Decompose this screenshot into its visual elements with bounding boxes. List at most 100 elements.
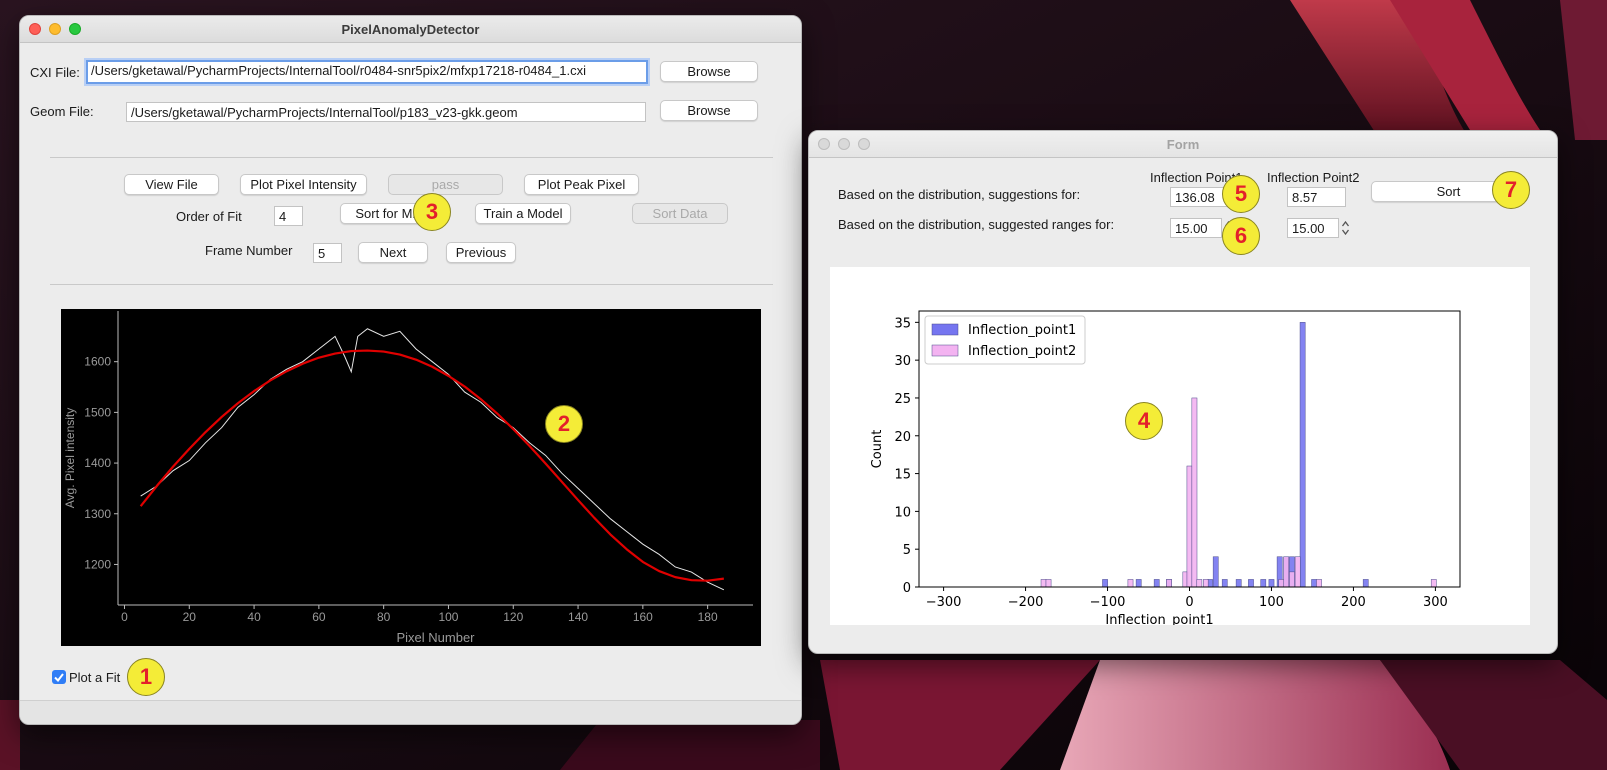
x-tick-label: −200 [1008, 595, 1044, 610]
histogram-bar-1 [1153, 579, 1160, 588]
browse-cxi-button[interactable]: Browse [660, 61, 758, 82]
next-button[interactable]: Next [358, 242, 428, 263]
annotation-marker-2: 2 [545, 405, 583, 443]
checkmark-icon [54, 673, 64, 683]
previous-button[interactable]: Previous [446, 242, 516, 263]
y-tick-label: 0 [903, 581, 911, 596]
histogram-bar-1 [1299, 322, 1306, 588]
train-model-button[interactable]: Train a Model [475, 203, 571, 224]
histogram-bar-2 [1166, 579, 1172, 588]
y-tick-label: 35 [894, 316, 911, 331]
plot-fit-label[interactable]: Plot a Fit [69, 670, 120, 685]
histogram-bar-2 [1289, 571, 1295, 588]
histogram-bar-2 [1196, 579, 1203, 588]
x-tick-label: 180 [698, 610, 718, 624]
legend-label-2: Inflection_point2 [968, 344, 1076, 359]
histogram-bar-1 [1235, 579, 1242, 588]
y-tick-label: 30 [894, 354, 911, 369]
legend-swatch-1 [931, 323, 959, 336]
histogram-bar-1 [1102, 579, 1108, 588]
x-tick-label: 60 [312, 610, 326, 624]
histogram-bar-1 [1212, 556, 1219, 588]
y-tick-label: 1500 [84, 405, 111, 419]
y-tick-label: 1200 [84, 557, 111, 571]
y-tick-label: 1600 [84, 355, 111, 369]
histogram-bar-1 [1311, 579, 1317, 588]
x-tick-label: 80 [377, 610, 391, 624]
y-tick-label: 5 [903, 543, 911, 558]
x-tick-label: 200 [1341, 595, 1366, 610]
histogram-bar-2 [1127, 579, 1134, 588]
range1-spinbox[interactable]: 15.00 [1170, 218, 1222, 238]
plot-pixel-intensity-button[interactable]: Plot Pixel Intensity [240, 174, 367, 195]
histogram-bar-1 [1248, 579, 1254, 588]
histogram-bar-2 [1283, 556, 1290, 588]
x-tick-label: 100 [438, 610, 458, 624]
ranges-label: Based on the distribution, suggested ran… [838, 217, 1115, 232]
main-titlebar[interactable]: PixelAnomalyDetector [20, 16, 801, 43]
histogram-bar-1 [1268, 579, 1275, 588]
legend-swatch-2 [931, 344, 959, 357]
x-axis-label: Pixel Number [396, 630, 475, 645]
histogram-bar-1 [1362, 579, 1369, 588]
x-tick-label: 140 [568, 610, 588, 624]
order-of-fit-input[interactable]: 4 [274, 206, 303, 226]
annotation-marker-7: 7 [1492, 171, 1530, 209]
annotation-marker-1: 1 [127, 658, 165, 696]
frame-number-label: Frame Number [205, 243, 293, 258]
form-titlebar[interactable]: Form [809, 131, 1557, 158]
y-tick-label: 1400 [84, 456, 111, 470]
x-tick-label: 100 [1259, 595, 1284, 610]
y-tick-label: 20 [894, 430, 911, 445]
annotation-marker-6: 6 [1222, 217, 1260, 255]
plot-fit-checkbox[interactable] [52, 670, 66, 684]
y-tick-label: 25 [894, 392, 911, 407]
view-file-button[interactable]: View File [124, 174, 219, 195]
sort-data-button[interactable]: Sort Data [632, 203, 728, 224]
suggestions-label: Based on the distribution, suggestions f… [838, 187, 1081, 202]
annotation-marker-3: 3 [413, 193, 451, 231]
x-tick-label: 160 [633, 610, 653, 624]
histogram-bar-2 [1294, 556, 1301, 588]
y-axis-label: Count [870, 430, 885, 469]
histogram-bar-1 [1221, 579, 1228, 588]
inflection-point2-input[interactable]: 8.57 [1287, 187, 1346, 207]
y-tick-label: 15 [894, 468, 911, 483]
x-axis-label: Inflection_point1 [1105, 613, 1213, 625]
x-tick-label: 300 [1423, 595, 1448, 610]
form-title: Form [1166, 137, 1200, 152]
histogram-bar-2 [1278, 579, 1285, 588]
x-tick-label: 20 [183, 610, 197, 624]
y-axis-label: Avg. Pixel intensity [63, 408, 77, 509]
inflection-point1-input[interactable]: 136.08 [1170, 187, 1229, 207]
annotation-marker-4: 4 [1125, 402, 1163, 440]
histogram-bar-2 [1203, 579, 1209, 588]
divider-top [50, 157, 773, 158]
pass-button[interactable]: pass [388, 174, 503, 195]
geom-file-label: Geom File: [30, 104, 94, 119]
browse-geom-button[interactable]: Browse [660, 100, 758, 121]
range2-spin-arrows-icon[interactable] [1340, 219, 1351, 237]
histogram-bar-1 [1260, 579, 1267, 588]
geom-file-input[interactable]: /Users/gketawal/PycharmProjects/Internal… [126, 102, 646, 122]
plot-peak-pixel-button[interactable]: Plot Peak Pixel [524, 174, 639, 195]
histogram-bar-2 [1186, 465, 1193, 588]
x-tick-label: −300 [926, 595, 962, 610]
cxi-file-input[interactable]: /Users/gketawal/PycharmProjects/Internal… [86, 60, 648, 84]
y-tick-label: 10 [894, 505, 911, 520]
histogram-bar-2 [1430, 579, 1437, 588]
order-of-fit-label: Order of Fit [176, 209, 242, 224]
inflection-point2-header: Inflection Point2 [1267, 170, 1360, 185]
histogram-legend: Inflection_point1 Inflection_point2 [924, 315, 1086, 365]
histogram-bar-1 [1135, 579, 1142, 588]
x-tick-label: −100 [1090, 595, 1126, 610]
x-tick-label: 40 [247, 610, 261, 624]
y-tick-label: 1300 [84, 507, 111, 521]
range2-spinbox[interactable]: 15.00 [1287, 218, 1339, 238]
histogram-bar-2 [1040, 579, 1047, 588]
x-tick-label: 0 [1185, 595, 1193, 610]
frame-number-input[interactable]: 5 [313, 243, 342, 263]
main-window: PixelAnomalyDetector CXI File: /Users/gk… [19, 15, 802, 725]
cxi-file-label: CXI File: [30, 65, 80, 80]
histogram-bar-2 [1316, 579, 1322, 588]
